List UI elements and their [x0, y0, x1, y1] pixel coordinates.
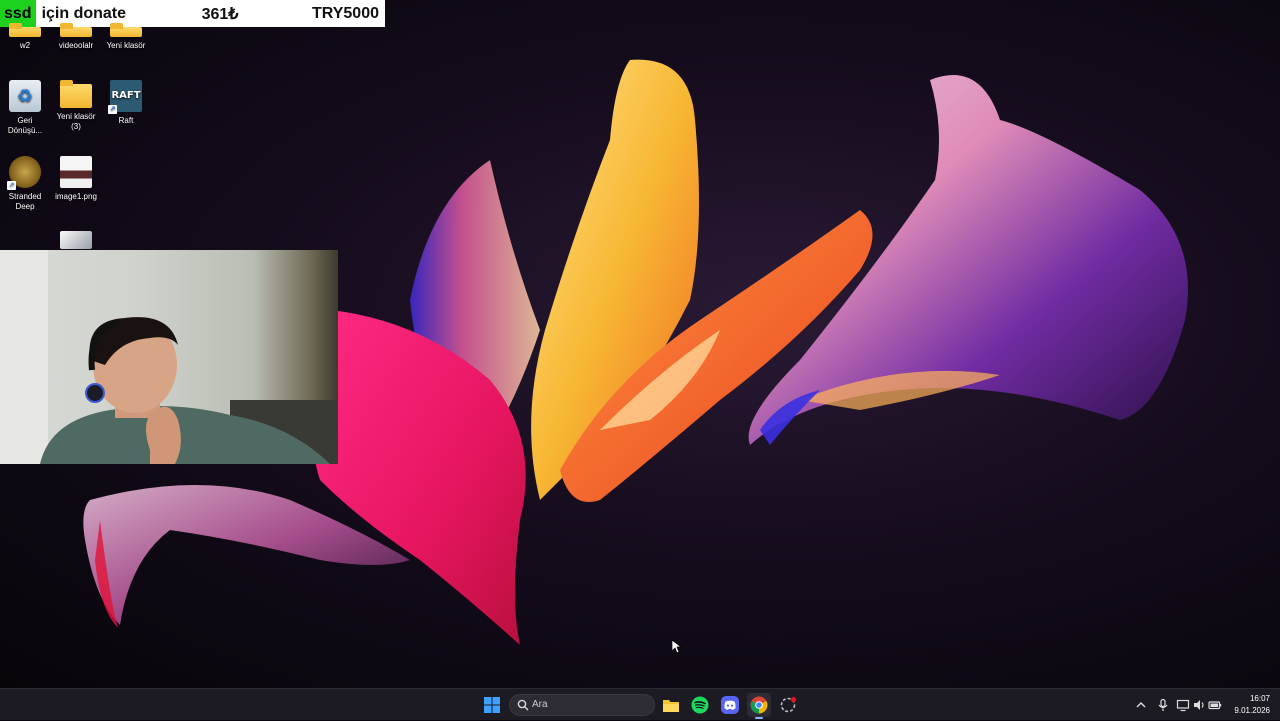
- taskbar-app[interactable]: [776, 693, 800, 717]
- discord-icon: [721, 696, 739, 714]
- mouse-cursor-icon: [672, 640, 682, 654]
- taskbar-clock[interactable]: 16:07 9.01.2026: [1234, 693, 1270, 717]
- taskbar-spotify[interactable]: [688, 693, 712, 717]
- desktop-icon-yeni-klasor[interactable]: Yeni klasör: [101, 23, 151, 51]
- folder-icon: [60, 23, 92, 37]
- desktop-icon-raft[interactable]: RAFT ↗ Raft: [101, 80, 151, 126]
- microphone-icon[interactable]: [1156, 698, 1170, 712]
- shortcut-arrow-icon: ↗: [7, 181, 16, 190]
- streamer-image: [0, 250, 338, 464]
- desktop-icon-label: Stranded Deep: [8, 192, 42, 211]
- webcam-overlay: [0, 250, 338, 464]
- chevron-up-icon[interactable]: [1134, 698, 1148, 712]
- desktop-icon-label: image1.png: [55, 192, 97, 201]
- desktop-icon-label: Raft: [118, 116, 134, 125]
- windows-start-icon: [484, 697, 500, 713]
- desktop-icon-videoolalr[interactable]: videoolalr: [51, 23, 101, 51]
- taskbar-discord[interactable]: [718, 693, 742, 717]
- search-placeholder: Ara: [532, 699, 548, 710]
- donation-amount: 361₺: [201, 5, 239, 23]
- recycle-bin-icon: ♻: [9, 80, 41, 112]
- taskbar: Ara 16:07 9.01.2026: [0, 688, 1280, 720]
- desktop-icon-label: videoolalr: [58, 41, 94, 50]
- desktop-icon-yeni-klasor-3[interactable]: Yeni klasör (3): [51, 80, 101, 132]
- folder-icon: [9, 23, 41, 37]
- raft-game-icon: RAFT ↗: [108, 80, 142, 114]
- spotify-icon: [691, 696, 709, 714]
- start-button[interactable]: [480, 693, 504, 717]
- folder-icon: [60, 80, 92, 108]
- clock-time: 16:07: [1249, 694, 1270, 703]
- desktop-icon-label: Yeni klasör (3): [56, 112, 96, 131]
- file-explorer-icon: [663, 700, 679, 712]
- donation-alert-bar: ssd için donate 361₺ TRY5000: [0, 0, 385, 27]
- desktop-icon-label: Geri Dönüşü...: [7, 116, 43, 135]
- image-file-icon: [60, 156, 92, 188]
- taskbar-search-box[interactable]: Ara: [509, 694, 655, 716]
- folder-icon: [110, 23, 142, 37]
- desktop-icon-label: w2: [19, 41, 31, 50]
- taskbar-file-explorer[interactable]: [659, 693, 683, 717]
- search-icon: [517, 699, 529, 711]
- shortcut-arrow-icon: ↗: [108, 105, 117, 114]
- desktop-icon-image1[interactable]: image1.png: [51, 156, 101, 202]
- desktop-icon-stranded-deep[interactable]: ↗ Stranded Deep: [0, 156, 50, 212]
- desktop-icon-w2[interactable]: w2: [0, 23, 50, 51]
- stranded-deep-icon: ↗: [7, 156, 41, 190]
- desktop-icon-recycle-bin[interactable]: ♻ Geri Dönüşü...: [0, 80, 50, 136]
- battery-icon[interactable]: [1208, 698, 1222, 712]
- raft-logo-text: RAFT: [111, 90, 141, 101]
- volume-icon[interactable]: [1192, 698, 1206, 712]
- image-file-icon: [60, 231, 92, 249]
- desktop-icon-label: Yeni klasör: [106, 41, 146, 50]
- app-icon: [780, 696, 797, 713]
- system-tray: 16:07 9.01.2026: [1130, 689, 1280, 721]
- donation-message: için donate: [41, 4, 127, 22]
- donation-goal: TRY5000: [312, 4, 379, 22]
- chrome-icon: [750, 696, 768, 714]
- taskbar-chrome[interactable]: [747, 693, 771, 719]
- active-indicator: [755, 717, 763, 719]
- clock-date: 9.01.2026: [1234, 706, 1270, 715]
- network-icon[interactable]: [1176, 698, 1190, 712]
